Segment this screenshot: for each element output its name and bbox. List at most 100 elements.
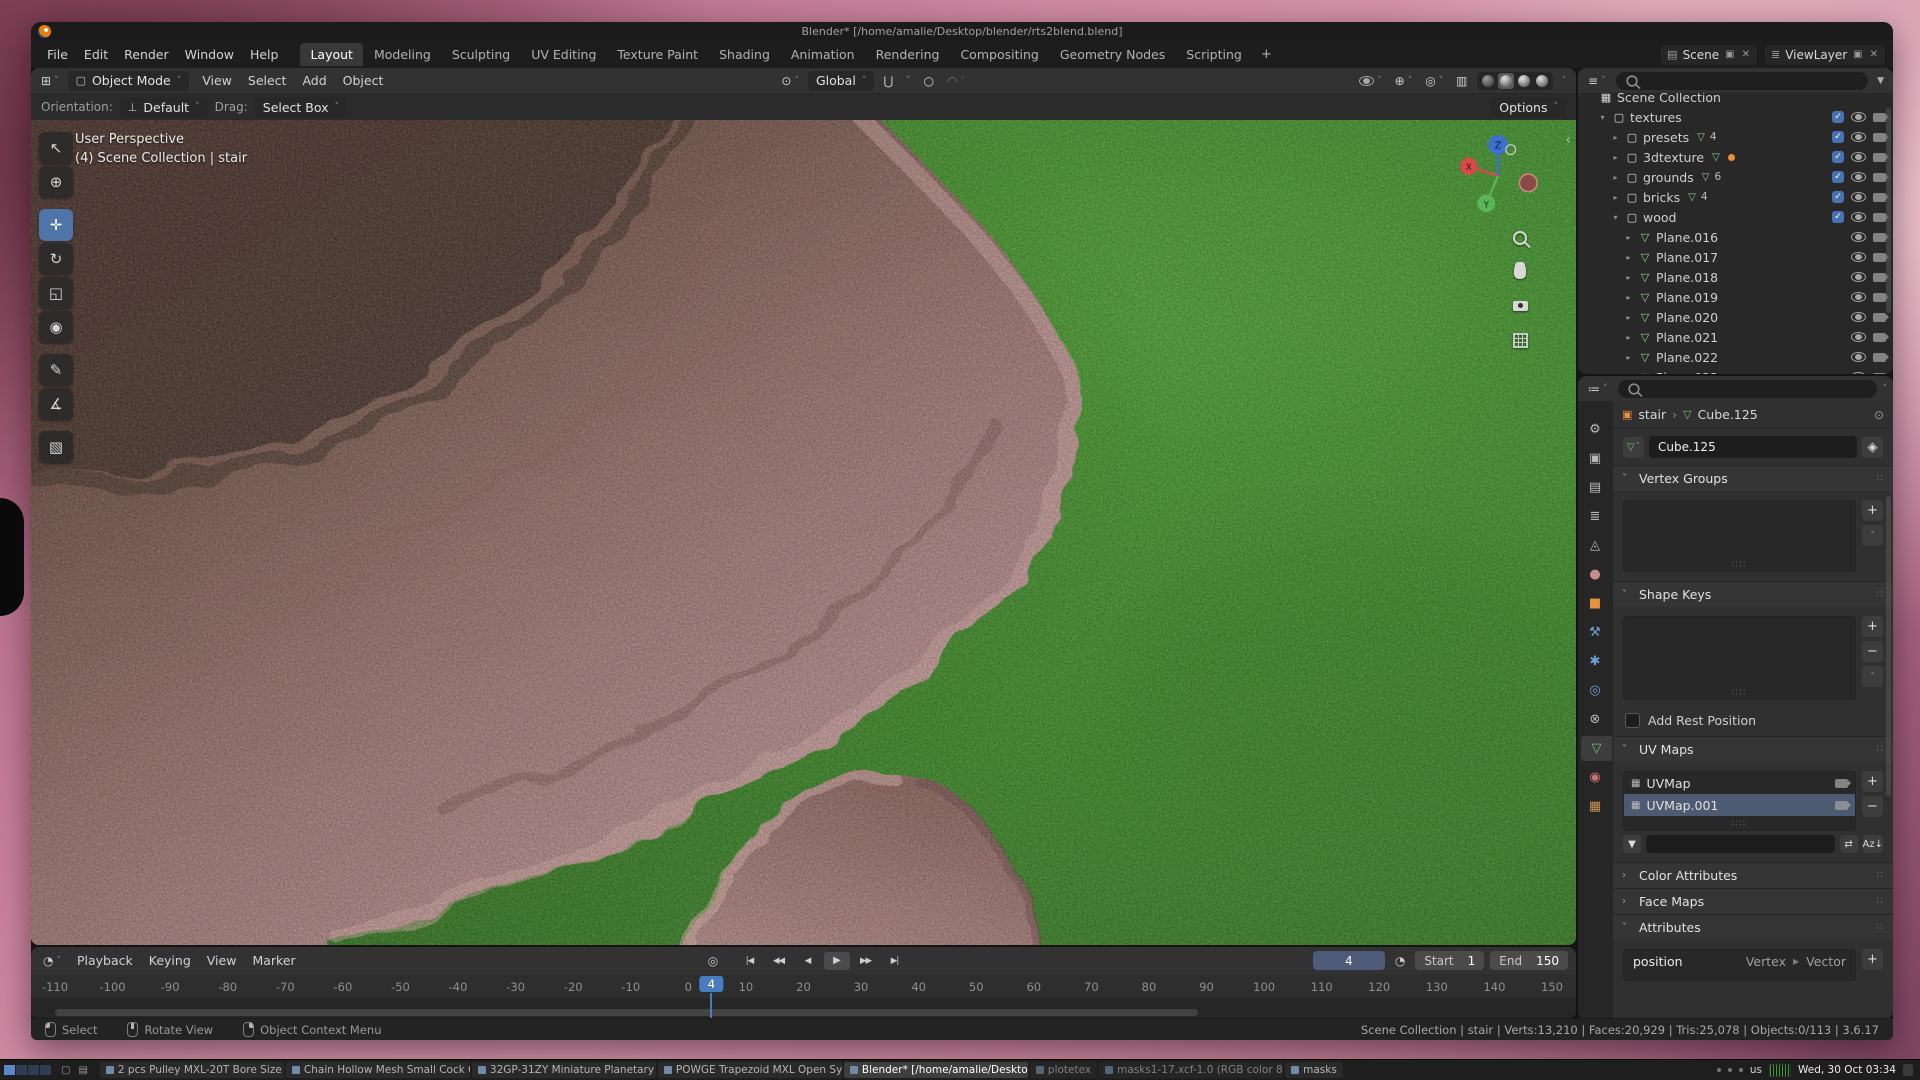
- expand-arrow-icon[interactable]: ▸: [1623, 313, 1634, 322]
- camera-icon[interactable]: [1835, 801, 1848, 810]
- expand-arrow-icon[interactable]: ▸: [1610, 193, 1621, 202]
- outliner-row-presets[interactable]: ▸▢presets▽4✓: [1578, 127, 1893, 147]
- tab-sculpting[interactable]: Sculpting: [442, 43, 520, 66]
- shape-keys-list[interactable]: ∷∷: [1623, 616, 1856, 700]
- eye-icon[interactable]: [1851, 192, 1866, 202]
- resize-grip[interactable]: ∷∷: [1732, 819, 1747, 829]
- list-filter-field[interactable]: [1646, 835, 1835, 853]
- camera-icon[interactable]: [1873, 193, 1886, 202]
- tab-shading[interactable]: Shading: [709, 43, 780, 66]
- view-layer-selector[interactable]: ≣ ViewLayer ▣ ✕: [1765, 45, 1885, 65]
- gizmos-dropdown[interactable]: ⊕˅: [1391, 71, 1417, 91]
- checkbox[interactable]: ✓: [1832, 171, 1844, 183]
- uv-map-row-uvmap[interactable]: ▦UVMap: [1624, 772, 1855, 794]
- data-name-field[interactable]: Cube.125: [1649, 436, 1857, 458]
- outliner-row-plane-016[interactable]: ▸▽Plane.016: [1578, 227, 1893, 247]
- frame-start-field[interactable]: Start 1: [1415, 951, 1484, 970]
- frame-end-field[interactable]: End 150: [1490, 951, 1568, 970]
- tab-modeling[interactable]: Modeling: [364, 43, 441, 66]
- add-vertex-group-button[interactable]: +: [1862, 500, 1883, 521]
- overlays-dropdown[interactable]: ◎˅: [1421, 71, 1447, 91]
- mode-dropdown[interactable]: ▢ Object Mode ˅: [68, 71, 190, 91]
- outliner-row-plane-020[interactable]: ▸▽Plane.020: [1578, 307, 1893, 327]
- properties-editor-type-button[interactable]: ≔˅: [1584, 379, 1612, 399]
- outliner-row-plane-019[interactable]: ▸▽Plane.019: [1578, 287, 1893, 307]
- system-monitor[interactable]: [1769, 1064, 1791, 1077]
- workspace-2[interactable]: [16, 1065, 27, 1075]
- menu-file[interactable]: File: [39, 45, 76, 65]
- tool-move[interactable]: ✛: [39, 209, 73, 241]
- remove-view-layer-button[interactable]: ✕: [1869, 49, 1879, 60]
- add-uv-map-button[interactable]: +: [1862, 771, 1883, 792]
- sidebar-toggle[interactable]: ‹: [1565, 132, 1571, 148]
- tray-icon[interactable]: [1717, 1068, 1721, 1072]
- breadcrumb-data[interactable]: Cube.125: [1698, 407, 1758, 422]
- invert-filter-button[interactable]: ⇄: [1840, 835, 1858, 853]
- properties-tab-constraints[interactable]: ⊗: [1578, 707, 1612, 732]
- tab-uv-editing[interactable]: UV Editing: [521, 43, 606, 66]
- eye-icon[interactable]: [1851, 312, 1866, 322]
- zoom-button[interactable]: [1510, 228, 1530, 248]
- auto-keying-toggle[interactable]: ◎: [700, 952, 726, 970]
- eye-icon[interactable]: [1851, 152, 1866, 162]
- browse-mesh-button[interactable]: ▽˅: [1623, 437, 1644, 458]
- taskbar-window-button[interactable]: 2 pcs Pulley MXL-20T Bore Size 4/...: [100, 1062, 284, 1078]
- options-dropdown[interactable]: Options ˅: [1491, 97, 1566, 117]
- viewport-menu-add[interactable]: Add: [294, 71, 334, 91]
- camera-icon[interactable]: [1835, 779, 1848, 788]
- keyboard-layout[interactable]: us: [1750, 1064, 1762, 1076]
- filter-icon[interactable]: ▼: [1874, 76, 1887, 86]
- section-attributes[interactable]: ˅ Attributes ∷: [1613, 915, 1893, 940]
- play-button[interactable]: ▶: [824, 952, 850, 970]
- falloff-dropdown[interactable]: ◠˅: [943, 71, 969, 91]
- taskbar-window-button[interactable]: plotetex: [1030, 1062, 1097, 1078]
- properties-search[interactable]: [1618, 380, 1877, 398]
- properties-tab-scene[interactable]: ◬: [1578, 533, 1612, 558]
- section-color-attributes[interactable]: › Color Attributes ∷: [1613, 863, 1893, 888]
- workspace-4[interactable]: [40, 1065, 51, 1075]
- add-attribute-button[interactable]: +: [1862, 949, 1883, 970]
- taskbar-window-button[interactable]: Chain Hollow Mesh Small Cock Ca...: [286, 1062, 470, 1078]
- preview-range-toggle[interactable]: ◔: [1391, 951, 1409, 971]
- viewport-menu-object[interactable]: Object: [335, 71, 392, 91]
- outliner-row-plane-021[interactable]: ▸▽Plane.021: [1578, 327, 1893, 347]
- playhead-frame-badge[interactable]: 4: [700, 976, 723, 992]
- outliner-scrollbar[interactable]: [1886, 108, 1891, 313]
- eye-icon[interactable]: [1851, 172, 1866, 182]
- camera-icon[interactable]: [1873, 253, 1886, 262]
- pin-icon[interactable]: ⊙: [1874, 408, 1884, 422]
- expand-arrow-icon[interactable]: ▸: [1623, 273, 1634, 282]
- outliner-row-plane-018[interactable]: ▸▽Plane.018: [1578, 267, 1893, 287]
- tool-transform[interactable]: ◉: [39, 311, 73, 343]
- expand-arrow-icon[interactable]: ▸: [1610, 133, 1621, 142]
- outliner-row-plane-017[interactable]: ▸▽Plane.017: [1578, 247, 1893, 267]
- attribute-row[interactable]: position Vertex ▶ Vector: [1624, 950, 1855, 973]
- show-desktop-icon[interactable]: ▢: [59, 1065, 72, 1076]
- timeline-track-area[interactable]: [31, 998, 1576, 1019]
- properties-tab-output[interactable]: ▤: [1578, 475, 1612, 500]
- workspace-3[interactable]: [28, 1065, 39, 1075]
- jump-to-start-button[interactable]: |◀: [737, 952, 763, 970]
- expand-arrow-icon[interactable]: ▸: [1623, 333, 1634, 342]
- shading-wireframe-button[interactable]: [1480, 73, 1496, 89]
- tab-texture-paint[interactable]: Texture Paint: [607, 43, 708, 66]
- tool-rotate[interactable]: ↻: [39, 243, 73, 275]
- play-reverse-button[interactable]: ◀: [795, 952, 821, 970]
- checkbox[interactable]: ✓: [1832, 211, 1844, 223]
- eye-icon[interactable]: [1851, 252, 1866, 262]
- navigation-gizmo[interactable]: Z X Y: [1454, 132, 1542, 220]
- taskbar-window-button[interactable]: masks: [1285, 1062, 1343, 1078]
- drag-dropdown[interactable]: Select Box ˅: [255, 97, 347, 117]
- outliner-row-plane-022[interactable]: ▸▽Plane.022: [1578, 347, 1893, 367]
- camera-icon[interactable]: [1873, 153, 1886, 162]
- add-shape-key-button[interactable]: +: [1862, 616, 1883, 637]
- timeline-menu-view[interactable]: View: [199, 951, 245, 971]
- checkbox[interactable]: ✓: [1832, 111, 1844, 123]
- remove-shape-key-button[interactable]: −: [1862, 641, 1883, 662]
- workspace-1[interactable]: [4, 1065, 15, 1075]
- outliner-row-scene-collection[interactable]: ▦Scene Collection: [1578, 93, 1893, 107]
- resize-grip[interactable]: ∷∷: [1732, 688, 1747, 698]
- section-face-maps[interactable]: › Face Maps ∷: [1613, 889, 1893, 914]
- visibility-dropdown[interactable]: ˅: [1355, 71, 1386, 91]
- timeline-menu-keying[interactable]: Keying: [141, 951, 199, 971]
